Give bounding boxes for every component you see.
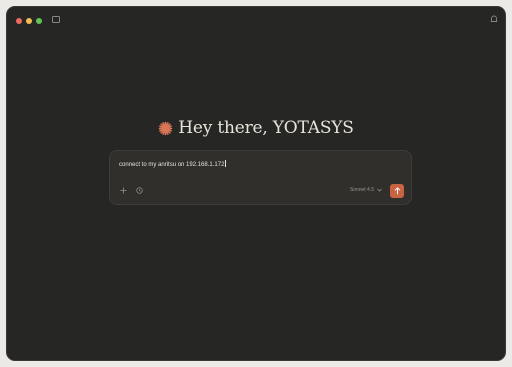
sparkle-icon xyxy=(158,121,173,135)
plus-icon xyxy=(120,187,127,194)
model-selector[interactable]: Sonnet 4.5 xyxy=(350,187,382,193)
send-button[interactable] xyxy=(390,184,404,198)
greeting-text: Hey there, YOTASYS xyxy=(178,118,354,138)
chevron-down-icon xyxy=(377,188,382,192)
zoom-window-button[interactable] xyxy=(36,18,42,24)
add-attachment-button[interactable] xyxy=(119,186,128,195)
clock-icon xyxy=(136,187,143,194)
sidebar-toggle-icon[interactable] xyxy=(52,16,60,23)
message-composer[interactable]: connect to my anritsu on 192.168.1.172 S… xyxy=(109,150,412,205)
arrow-up-icon xyxy=(394,187,400,195)
greeting: Hey there, YOTASYS xyxy=(7,118,505,138)
minimize-window-button[interactable] xyxy=(26,18,32,24)
message-input-value: connect to my anritsu on 192.168.1.172 xyxy=(119,162,225,168)
model-label: Sonnet 4.5 xyxy=(349,187,374,193)
notification-icon[interactable] xyxy=(489,14,499,24)
tools-button[interactable] xyxy=(135,186,144,195)
message-input[interactable]: connect to my anritsu on 192.168.1.172 xyxy=(119,160,226,168)
app-window: Hey there, YOTASYS connect to my anritsu… xyxy=(6,6,506,361)
close-window-button[interactable] xyxy=(16,18,22,24)
text-caret xyxy=(224,160,226,167)
traffic-lights xyxy=(16,18,42,24)
